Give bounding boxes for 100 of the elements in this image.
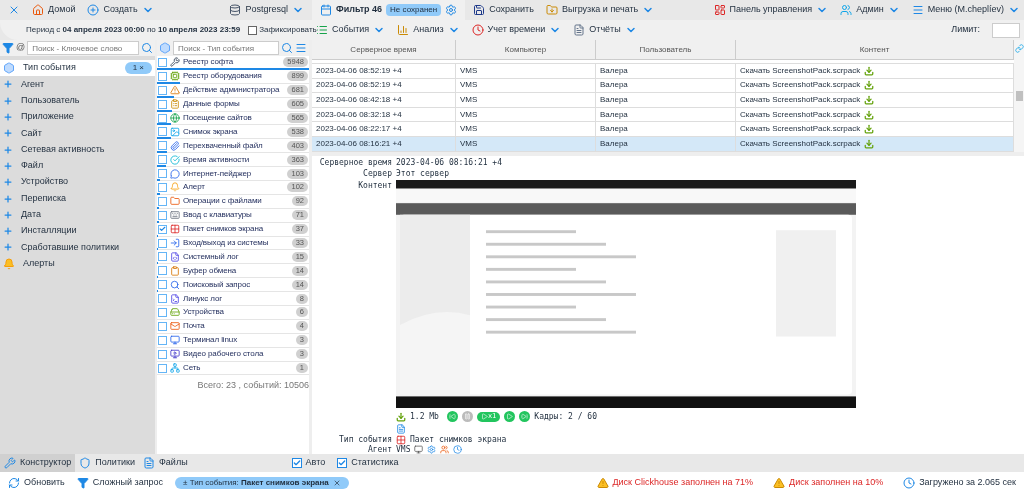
event-type-label[interactable]: Ввод с клавиатуры [183, 209, 289, 222]
field-value: VMS [396, 443, 411, 456]
filter-item[interactable]: Пользователь [0, 92, 155, 109]
field-label: Тип события [338, 433, 392, 445]
search-mode-dropdown[interactable]: @ [16, 41, 26, 55]
field-label: Сервер [362, 168, 392, 181]
table-cell: Скачать ScreenshotPack.scrpack [740, 94, 861, 106]
event-type-label[interactable]: Линукс лог [183, 292, 293, 305]
warning-text: Диск Clickhouse заполнен на 71% [612, 476, 754, 490]
table-cell: Валера [600, 94, 628, 106]
table-cell: Скачать ScreenshotPack.scrpack [740, 108, 861, 121]
toolbar-menu[interactable]: Учет времени [471, 23, 562, 37]
complex-query-button[interactable]: Сложный запрос [76, 476, 164, 490]
filter-tab[interactable]: Фильтр 46 Не сохранен [312, 0, 466, 20]
field-label: Серверное время [318, 157, 392, 169]
filter-item[interactable]: Приложение [0, 108, 155, 126]
table-cell: VMS [460, 79, 478, 92]
event-type-label[interactable]: Пакет снимков экрана [183, 223, 289, 236]
toolbar-menu[interactable]: События [316, 23, 386, 37]
event-type-label[interactable]: Буфер обмена [183, 264, 289, 277]
event-type-label[interactable]: Почта [183, 320, 293, 333]
event-type-label[interactable]: Данные формы [183, 98, 285, 111]
event-type-label[interactable]: Вход/выход из системы [183, 237, 289, 249]
load-time: Загружено за 2.065 сек [919, 476, 1016, 490]
table-cell: 2023-04-06 08:22:17 +4 [316, 123, 402, 136]
file-size: 1.2 Mb [410, 410, 439, 423]
table-cell: Скачать ScreenshotPack.scrpack [740, 137, 861, 150]
table-cell: Валера [600, 79, 628, 92]
option-label: Статистика [351, 456, 399, 470]
table-cell: Скачать ScreenshotPack.scrpack [740, 79, 861, 92]
filter-item[interactable]: Агент [0, 76, 155, 93]
menu-button[interactable]: Меню (M.cheplíev) [911, 3, 1020, 17]
warning-text: Диск заполнен на 10% [789, 476, 884, 490]
unsaved-badge: Не сохранен [386, 4, 442, 16]
field-value: Пакет снимков экрана [410, 433, 507, 446]
event-type-label[interactable]: Терминал linux [183, 334, 293, 347]
table-cell: VMS [460, 123, 478, 136]
refresh-button[interactable]: Обновить [8, 476, 65, 490]
table-cell: Скачать ScreenshotPack.scrpack [740, 64, 861, 77]
column-header[interactable]: Пользователь [639, 43, 692, 56]
filter-count-badge[interactable]: 1 × [124, 62, 152, 75]
save-button[interactable]: Сохранить [473, 3, 534, 17]
fix-label: Зафиксировать [259, 24, 317, 36]
table-cell: VMS [460, 94, 478, 106]
event-type-label[interactable]: Интернет-пейджер [183, 167, 285, 180]
table-cell: VMS [460, 137, 478, 150]
keyword-search-field[interactable]: Поиск - Ключевое слово [27, 41, 139, 55]
field-label: Контент [357, 179, 392, 192]
event-type-label[interactable]: Операции с файлами [183, 195, 289, 208]
event-type-label[interactable]: Время активности [183, 153, 285, 166]
table-cell: VMS [460, 64, 478, 77]
table-row[interactable]: 2023-04-06 08:42:18 +4 VMS Валера Скачать ScreenshotPack.scrpack [312, 93, 1014, 108]
event-type-label[interactable]: Поисковый запрос [183, 278, 289, 291]
event-type-label[interactable]: Устройства [183, 306, 293, 319]
table-cell: Валера [600, 64, 628, 77]
table-row[interactable]: 2023-04-06 08:22:17 +4 VMS Валера Скачать ScreenshotPack.scrpack [312, 122, 1014, 137]
event-type-label[interactable]: Сеть [183, 362, 293, 375]
filter-item[interactable]: Инсталляции [0, 222, 155, 240]
table-row[interactable]: 2023-04-06 08:52:19 +4 VMS Валера Скачать ScreenshotPack.scrpack [312, 64, 1014, 79]
event-type-label[interactable]: Снимок экрана [183, 125, 285, 138]
event-search-field[interactable]: Поиск - Тип события [173, 41, 279, 55]
table-cell: Валера [600, 137, 628, 150]
event-type-label[interactable]: Видео рабочего стола [183, 348, 293, 361]
event-type-label[interactable]: Посещение сайтов [183, 112, 285, 124]
filter-item[interactable]: Сайт [0, 125, 155, 142]
filter-chip[interactable]: ± Тип события: Пакет снимков экрана [175, 477, 349, 489]
bottom-tab[interactable]: Файлы [139, 454, 192, 472]
table-cell: 2023-04-06 08:52:19 +4 [316, 79, 402, 92]
frame-counter: Кадры: 2 / 60 [534, 410, 597, 423]
filter-item[interactable]: Файл [0, 157, 155, 175]
event-type-label[interactable]: Перехваченный файл [183, 139, 285, 152]
filter-item[interactable]: Сетевая активность [0, 141, 155, 158]
create-button[interactable]: Создать [87, 3, 154, 17]
filter-item[interactable]: Дата [0, 206, 155, 223]
column-header[interactable]: Компьютер [504, 43, 547, 56]
event-type-label[interactable]: Системный лог [183, 250, 289, 263]
table-cell: 2023-04-06 08:52:19 +4 [316, 64, 402, 77]
filter-item[interactable]: Тип события 1 × [0, 60, 155, 77]
event-type-label[interactable]: Действие администратора [183, 84, 285, 97]
bottom-tab[interactable]: Конструктор [0, 454, 76, 472]
toolbar-menu[interactable]: Отчёты [573, 23, 637, 37]
export-button[interactable]: Выгрузка и печать [545, 3, 655, 17]
event-type-label[interactable]: Реестр софта [183, 56, 281, 69]
table-cell: Валера [600, 108, 628, 121]
filter-item[interactable]: Алерты [0, 255, 155, 272]
column-header[interactable]: Контент [859, 43, 890, 56]
event-total: Всего: 23 , событий: 10506 [196, 379, 309, 393]
database-button[interactable]: Postgresql [229, 3, 304, 17]
table-cell: 2023-04-06 08:32:18 +4 [316, 108, 402, 121]
filter-item[interactable]: Сработавшие политики [0, 239, 155, 256]
admin-button[interactable]: Админ [840, 3, 900, 17]
control-panel-button[interactable]: Панель управления [713, 3, 829, 17]
column-header[interactable]: Серверное время [350, 43, 417, 56]
event-type-label[interactable]: Алерт [183, 181, 285, 194]
toolbar-menu[interactable]: Анализ [397, 23, 460, 37]
filter-item[interactable]: Переписка [0, 190, 155, 207]
home-button[interactable]: Домой [32, 3, 76, 17]
bottom-tab[interactable]: Политики [75, 454, 139, 472]
filter-item[interactable]: Устройство [0, 174, 155, 191]
event-type-label[interactable]: Реестр оборудования [183, 70, 285, 83]
